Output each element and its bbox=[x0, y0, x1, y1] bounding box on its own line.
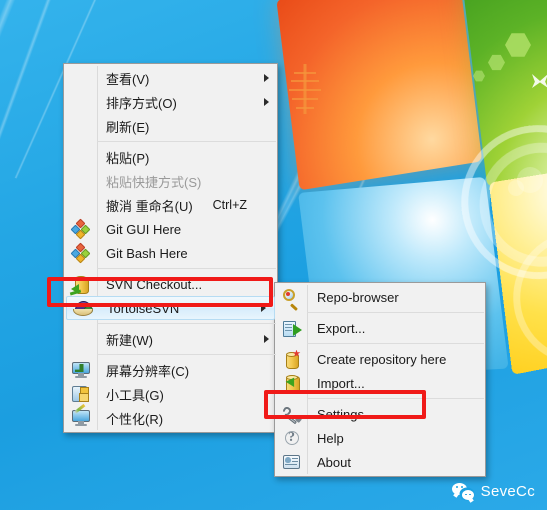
menu-item-label: 查看(V) bbox=[106, 71, 150, 87]
menu-item-paste-shortcut: 粘贴快捷方式(S) bbox=[64, 169, 277, 193]
menu-item-new[interactable]: 新建(W) bbox=[64, 327, 277, 351]
watermark-text: SeveCc bbox=[480, 483, 535, 500]
menu-separator bbox=[307, 398, 484, 399]
submenu-item-label: Import... bbox=[317, 375, 365, 391]
submenu-item-import[interactable]: Import... bbox=[275, 371, 485, 395]
chevron-right-icon bbox=[264, 98, 269, 106]
menu-item-paste[interactable]: 粘贴(P) bbox=[64, 145, 277, 169]
submenu-item-export[interactable]: Export... bbox=[275, 316, 485, 340]
menu-item-label: 个性化(R) bbox=[106, 411, 164, 427]
menu-item-label: 排序方式(O) bbox=[106, 95, 177, 111]
submenu-item-label: Help bbox=[317, 430, 344, 446]
menu-item-label: 粘贴(P) bbox=[106, 150, 150, 166]
desktop-context-menu[interactable]: 查看(V) 排序方式(O) 刷新(E) 粘贴(P) 粘贴快捷方式(S) 撤消 重… bbox=[63, 63, 278, 433]
submenu-item-help[interactable]: ? Help bbox=[275, 426, 485, 450]
menu-item-label: TortoiseSVN bbox=[107, 300, 180, 316]
chevron-right-icon bbox=[264, 335, 269, 343]
help-icon: ? bbox=[275, 426, 308, 450]
no-icon bbox=[64, 145, 97, 169]
no-icon bbox=[64, 114, 97, 138]
git-icon bbox=[64, 241, 97, 265]
menu-separator bbox=[307, 312, 484, 313]
submenu-item-label: About bbox=[317, 454, 351, 470]
no-icon bbox=[64, 327, 97, 351]
menu-item-tortoisesvn[interactable]: TortoiseSVN bbox=[66, 296, 275, 320]
gadgets-icon bbox=[64, 382, 97, 406]
menu-item-personalize[interactable]: 个性化(R) bbox=[64, 403, 277, 430]
bubble-decoration bbox=[508, 180, 524, 196]
menu-item-svn-checkout[interactable]: SVN Checkout... bbox=[64, 272, 277, 296]
chevron-right-icon bbox=[264, 74, 269, 82]
submenu-item-label: Export... bbox=[317, 320, 366, 336]
settings-wrench-icon bbox=[275, 402, 308, 426]
submenu-item-settings[interactable]: Settings bbox=[275, 402, 485, 426]
submenu-item-about[interactable]: About bbox=[275, 450, 485, 474]
no-icon bbox=[64, 66, 97, 90]
wechat-icon bbox=[451, 483, 474, 500]
menu-separator bbox=[307, 343, 484, 344]
chevron-right-icon bbox=[261, 304, 266, 312]
submenu-item-label: Repo-browser bbox=[317, 289, 399, 305]
menu-item-label: 撤消 重命名(U) bbox=[106, 198, 193, 214]
menu-item-label: 粘贴快捷方式(S) bbox=[106, 174, 202, 190]
create-repository-icon bbox=[275, 347, 308, 371]
tortoisesvn-submenu[interactable]: Repo-browser Export... Create repository… bbox=[274, 282, 486, 477]
menu-item-git-bash-here[interactable]: Git Bash Here bbox=[64, 241, 277, 265]
menu-item-label: 屏幕分辨率(C) bbox=[106, 363, 190, 379]
menu-item-label: 新建(W) bbox=[106, 332, 153, 348]
menu-item-label: 小工具(G) bbox=[106, 387, 164, 403]
menu-item-undo-rename[interactable]: 撤消 重命名(U) Ctrl+Z bbox=[64, 193, 277, 217]
menu-item-label: SVN Checkout... bbox=[106, 276, 203, 292]
menu-item-refresh[interactable]: 刷新(E) bbox=[64, 114, 277, 138]
submenu-item-label: Settings bbox=[317, 406, 364, 422]
menu-item-label: Git Bash Here bbox=[106, 245, 188, 261]
no-icon bbox=[64, 90, 97, 114]
menu-item-shortcut: Ctrl+Z bbox=[212, 198, 247, 212]
tortoise-icon bbox=[67, 296, 98, 320]
submenu-item-repo-browser[interactable]: Repo-browser bbox=[275, 285, 485, 311]
import-icon bbox=[275, 371, 308, 395]
svn-checkout-icon bbox=[64, 272, 97, 296]
monitor-resolution-icon bbox=[64, 358, 97, 382]
menu-item-gadgets[interactable]: 小工具(G) bbox=[64, 382, 277, 406]
submenu-item-label: Create repository here bbox=[317, 351, 447, 367]
menu-item-view[interactable]: 查看(V) bbox=[64, 66, 277, 90]
menu-item-sort-by[interactable]: 排序方式(O) bbox=[64, 90, 277, 114]
menu-separator bbox=[97, 268, 276, 269]
pine-tree-decoration bbox=[288, 64, 322, 122]
menu-item-label: Git GUI Here bbox=[106, 221, 182, 237]
menu-separator bbox=[97, 323, 276, 324]
submenu-item-create-repository-here[interactable]: Create repository here bbox=[275, 347, 485, 371]
menu-separator bbox=[97, 354, 276, 355]
export-icon bbox=[275, 316, 308, 340]
menu-item-screen-resolution[interactable]: 屏幕分辨率(C) bbox=[64, 358, 277, 382]
about-icon bbox=[275, 450, 308, 474]
repo-browser-icon bbox=[275, 285, 308, 311]
watermark: SeveCc bbox=[451, 483, 535, 500]
menu-item-label: 刷新(E) bbox=[106, 119, 150, 135]
menu-separator bbox=[97, 141, 276, 142]
no-icon bbox=[64, 193, 97, 217]
menu-item-git-gui-here[interactable]: Git GUI Here bbox=[64, 217, 277, 241]
git-icon bbox=[64, 217, 97, 241]
no-icon bbox=[64, 169, 97, 193]
personalize-icon bbox=[64, 403, 97, 430]
